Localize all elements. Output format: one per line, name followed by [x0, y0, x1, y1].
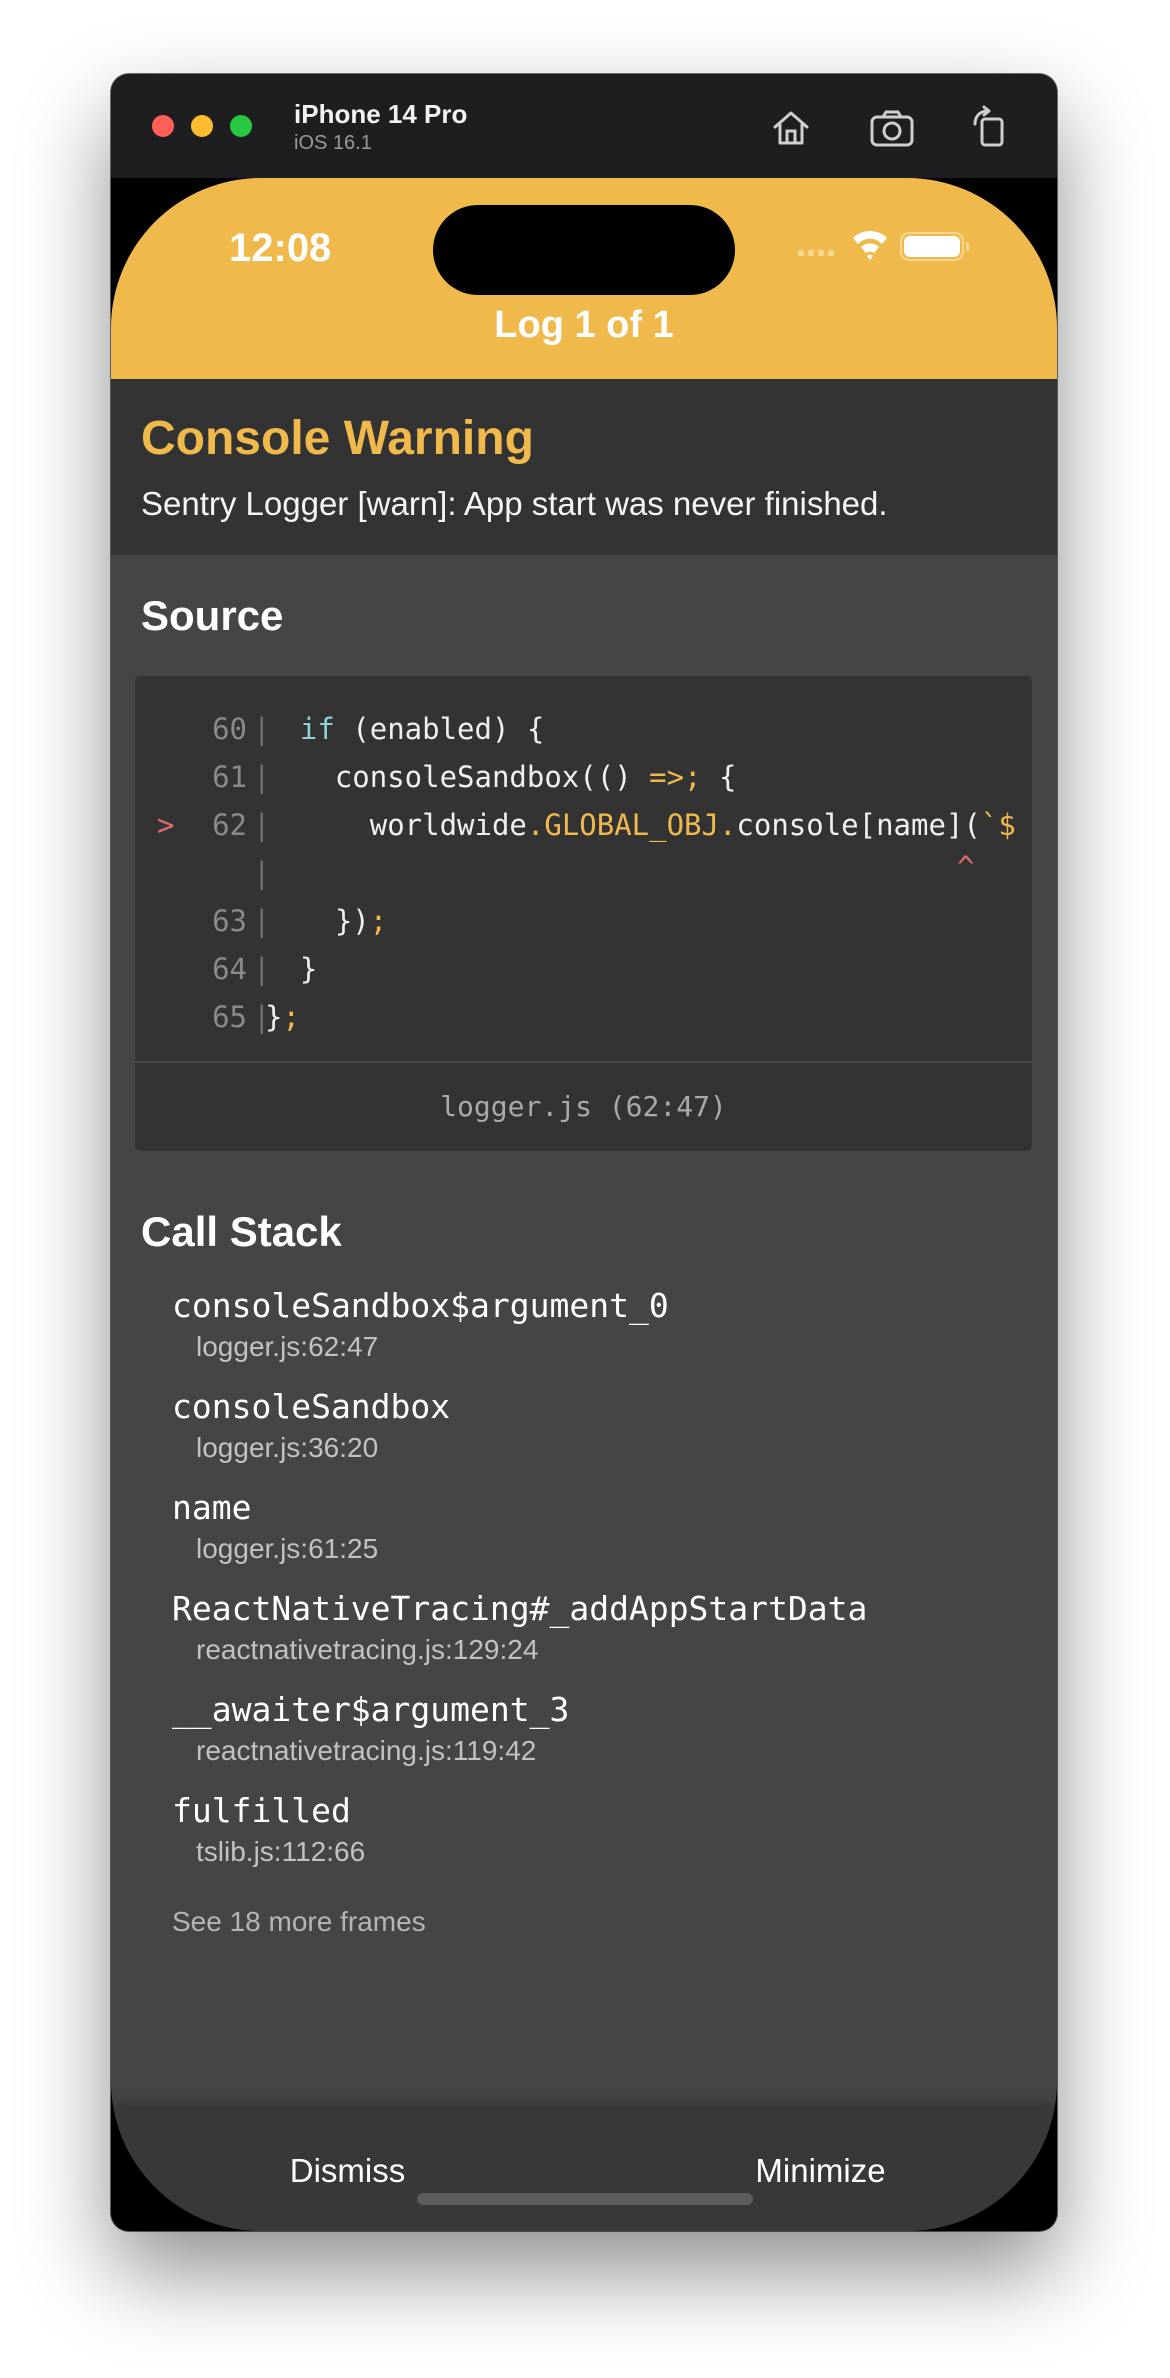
stack-frame[interactable]: __awaiter$argument_3 reactnativetracing.j… [172, 1690, 1032, 1791]
battery-icon [900, 232, 969, 261]
rotate-icon[interactable] [964, 102, 1016, 154]
code-line: 65 |}; [135, 994, 1032, 1042]
stack-frame-name: consoleSandbox [172, 1387, 451, 1426]
stack-frame[interactable]: name logger.js:61:25 [172, 1488, 1032, 1589]
gutter-separator: | [253, 856, 271, 890]
stack-frame-name: __awaiter$argument_3 [172, 1690, 570, 1729]
status-bar-icons [798, 230, 969, 261]
log-box: 12:08 Log 1 of 1 Console Warning Sentry … [111, 178, 1057, 2231]
error-line-marker: > [157, 808, 175, 842]
stack-frame-location: reactnativetracing.js:119:42 [196, 1735, 537, 1766]
stack-frame[interactable]: ReactNativeTracing#_addAppStartDatareact… [172, 1589, 1032, 1690]
minimize-window-button[interactable] [191, 115, 213, 137]
minimize-button[interactable]: Minimize [584, 2108, 1057, 2231]
device-name: iPhone 14 Pro [294, 99, 468, 129]
stack-frame-location: tslib.js:112:66 [196, 1836, 366, 1867]
code-frame[interactable]: 60 | if (enabled) {61 | consoleSandbox(() … [135, 676, 1032, 1151]
code-text: if (enabled) { [299, 712, 545, 746]
line-number: 65 [212, 1000, 247, 1034]
log-counter-title: Log 1 of 1 [494, 304, 674, 346]
source-heading: Source [141, 592, 284, 639]
log-header: 12:08 Log 1 of 1 [111, 178, 1057, 379]
status-bar-time: 12:08 [229, 226, 332, 270]
dynamic-island [433, 205, 735, 295]
warning-title: Console Warning [141, 412, 534, 465]
line-number: 61 [212, 760, 247, 794]
code-text: }; [265, 1000, 300, 1034]
code-location[interactable]: logger.js (62:47) [135, 1061, 1032, 1151]
line-number: 64 [212, 952, 247, 986]
line-number: 63 [212, 904, 247, 938]
code-line: 61 | consoleSandbox(() =>; { [135, 754, 1032, 802]
code-lines: 60 | if (enabled) {61 | consoleSandbox(() … [135, 706, 1032, 1042]
code-text: worldwide.GLOBAL_OBJ.console[name](`$ [265, 808, 1016, 842]
code-line: | ^ [135, 850, 1032, 898]
code-text: consoleSandbox(() =>; { [265, 760, 737, 794]
warning-message: Sentry Logger [warn]: App start was neve… [141, 485, 888, 522]
stack-frame-name: name [172, 1488, 252, 1527]
code-text: } [265, 952, 318, 986]
simulator-window: iPhone 14 Pro iOS 16.1 12:08 Log 1 of 1 … [111, 74, 1057, 2231]
phone-screen: 12:08 Log 1 of 1 Console Warning Sentry … [111, 178, 1057, 2231]
wifi-icon [853, 230, 887, 260]
line-number: 62 [212, 808, 247, 842]
close-window-button[interactable] [152, 115, 174, 137]
stack-frame[interactable]: consoleSandbox$argument_0 logger.js:62:47 [172, 1286, 1032, 1387]
simulator-titlebar: iPhone 14 Pro iOS 16.1 [111, 74, 1057, 178]
code-text: }); [265, 904, 388, 938]
stack-frame-name: consoleSandbox$argument_0 [172, 1286, 669, 1325]
stack-frame-location: reactnativetracing.js:129:24 [196, 1634, 539, 1665]
stack-frame-location: logger.js:36:20 [196, 1432, 379, 1463]
cellular-icon [798, 250, 834, 256]
stack-frame[interactable]: fulfilled tslib.js:112:66 [172, 1791, 1032, 1892]
call-stack-heading: Call Stack [141, 1208, 342, 1255]
line-number: 60 [212, 712, 247, 746]
error-column-caret: ^ [957, 850, 975, 884]
log-footer: Dismiss Minimize [111, 2108, 1057, 2231]
code-line: 64 | } [135, 946, 1032, 994]
stack-frame-location: logger.js:61:25 [196, 1533, 379, 1564]
stack-frame-name: ReactNativeTracing#_addAppStartData [172, 1589, 868, 1628]
home-indicator[interactable] [417, 2193, 753, 2205]
home-icon[interactable] [765, 102, 817, 154]
screenshot-icon[interactable] [866, 102, 918, 154]
stack-frame-location: logger.js:62:47 [196, 1331, 379, 1362]
stack-frame[interactable]: consoleSandbox logger.js:36:20 [172, 1387, 1032, 1488]
warning-section: Console Warning Sentry Logger [warn]: Ap… [111, 379, 1057, 555]
code-line: 63 | }); [135, 898, 1032, 946]
device-os-version: iOS 16.1 [294, 132, 372, 154]
code-line: >62 | worldwide.GLOBAL_OBJ.console[name](… [135, 802, 1032, 850]
zoom-window-button[interactable] [230, 115, 252, 137]
stack-frame-name: fulfilled [172, 1791, 351, 1830]
see-more-frames-button[interactable]: See 18 more frames [172, 1906, 426, 1938]
code-line: 60 | if (enabled) { [135, 706, 1032, 754]
call-stack-list: consoleSandbox$argument_0 logger.js:62:47… [172, 1286, 1032, 1892]
dismiss-button[interactable]: Dismiss [111, 2108, 584, 2231]
